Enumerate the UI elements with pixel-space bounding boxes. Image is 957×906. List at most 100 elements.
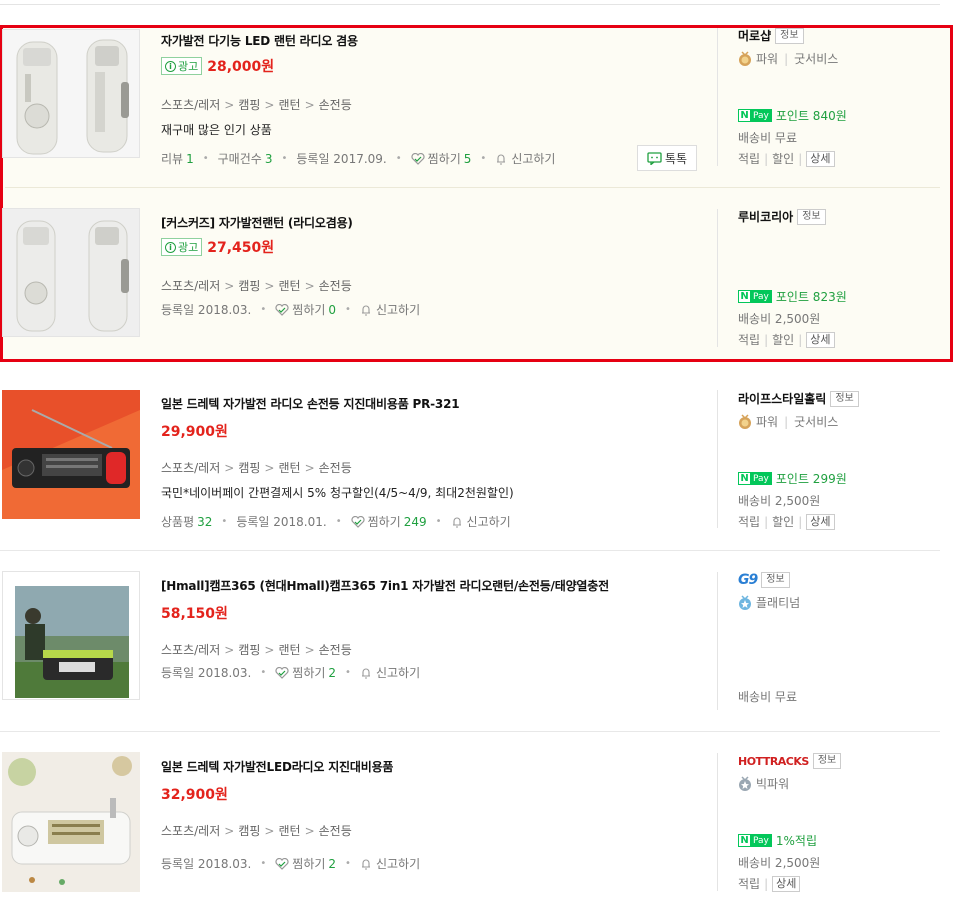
like-button[interactable]: 찜하기 2 — [275, 664, 336, 681]
benefit-point: 적립 — [738, 333, 761, 347]
heart-icon — [275, 666, 289, 679]
product-thumbnail[interactable] — [2, 571, 140, 700]
mall-info-button[interactable]: 정보 — [775, 27, 804, 44]
category-path: 스포츠/레저 > 캠핑 > 랜턴 > 손전등 — [161, 461, 352, 475]
category-link[interactable]: 캠핑 — [238, 98, 260, 112]
review-link[interactable]: 리뷰 1 — [161, 150, 194, 167]
registered-date: 등록일 2017.09. — [296, 152, 387, 166]
detail-button[interactable]: 상세 — [772, 875, 801, 892]
npay-icon: N Pay — [738, 834, 772, 847]
mall-service: 굿서비스 — [794, 52, 839, 66]
bell-icon — [361, 859, 370, 870]
category-path: 스포츠/레저 > 캠핑 > 랜턴 > 손전등 — [161, 98, 352, 112]
shipping-fee: 배송비 2,500원 — [738, 312, 821, 326]
mall-info-button[interactable]: 정보 — [830, 390, 859, 407]
category-link[interactable]: 랜턴 — [278, 279, 300, 293]
category-link[interactable]: 손전등 — [319, 824, 352, 838]
product-description: 국민*네이버페이 간편결제시 5% 청구할인(4/5~4/9, 최대2천원할인) — [161, 486, 514, 500]
category-link[interactable]: 손전등 — [319, 279, 352, 293]
product-title[interactable]: [커스커즈] 자가발전랜턴 (라디오겸용) — [161, 214, 353, 231]
category-link[interactable]: 캠핑 — [238, 824, 260, 838]
category-link[interactable]: 스포츠/레저 — [161, 279, 220, 293]
shipping-fee: 배송비 무료 — [738, 131, 798, 145]
category-link[interactable]: 손전등 — [319, 643, 352, 657]
top-divider — [0, 4, 940, 5]
report-button[interactable]: 신고하기 — [360, 855, 420, 872]
product-price: 32,900원 — [161, 787, 228, 803]
mall-info-button[interactable]: 정보 — [797, 208, 826, 225]
report-button[interactable]: 신고하기 — [451, 513, 511, 530]
category-link[interactable]: 스포츠/레저 — [161, 643, 220, 657]
benefit-discount: 할인 — [772, 333, 795, 347]
heart-icon — [275, 303, 289, 316]
ad-badge[interactable]: i 광고 — [161, 57, 203, 75]
mall-info: G9 정보 플래티넘 — [738, 572, 938, 611]
medal-icon — [739, 50, 751, 66]
npay-point: N Pay 포인트 840원 — [738, 107, 847, 124]
category-path: 스포츠/레저 > 캠핑 > 랜턴 > 손전등 — [161, 643, 352, 657]
category-link[interactable]: 랜턴 — [278, 643, 300, 657]
registered-date: 등록일 2018.03. — [161, 857, 252, 871]
product-thumbnail[interactable] — [2, 752, 140, 892]
bell-icon — [361, 305, 370, 316]
mall-info: HOTTRACKS 정보 빅파워 — [738, 753, 938, 792]
mall-grade: 파워 — [756, 52, 779, 66]
category-link[interactable]: 캠핑 — [238, 643, 260, 657]
benefit-point: 적립 — [738, 877, 761, 891]
detail-button[interactable]: 상세 — [806, 150, 835, 167]
mall-name[interactable]: 루비코리아 — [738, 208, 793, 225]
category-link[interactable]: 손전등 — [319, 98, 352, 112]
registered-date: 등록일 2018.03. — [161, 303, 252, 317]
npay-icon: N Pay — [738, 290, 772, 303]
product-meta: 리뷰 1 • 구매건수 3 • 등록일 2017.09. • 찜하기 5 • 신고하기 — [161, 150, 556, 167]
category-link[interactable]: 스포츠/레저 — [161, 98, 220, 112]
like-button[interactable]: 찜하기 2 — [275, 855, 336, 872]
product-title[interactable]: [Hmall]캠프365 (현대Hmall)캠프365 7in1 자가발전 라디… — [161, 577, 609, 594]
benefit-discount: 할인 — [772, 152, 795, 166]
benefit-discount: 할인 — [772, 515, 795, 529]
mall-name[interactable]: 라이프스타일홀릭 — [738, 390, 826, 407]
shipping-fee: 배송비 2,500원 — [738, 494, 821, 508]
product-meta: 등록일 2018.03. • 찜하기 0 • 신고하기 — [161, 301, 421, 318]
category-link[interactable]: 랜턴 — [278, 98, 300, 112]
talk-bubble-icon — [647, 151, 662, 165]
talktalk-button[interactable]: 톡톡 — [637, 145, 697, 171]
mall-grade: 파워 — [756, 415, 779, 429]
product-title[interactable]: 일본 드레텍 자가발전LED라디오 지진대비용품 — [161, 758, 393, 775]
product-price: 27,450원 — [207, 240, 275, 256]
report-button[interactable]: 신고하기 — [495, 150, 555, 167]
product-thumbnail[interactable] — [2, 29, 140, 158]
product-thumbnail[interactable] — [2, 390, 140, 519]
like-button[interactable]: 찜하기 0 — [275, 301, 336, 318]
category-link[interactable]: 손전등 — [319, 461, 352, 475]
mall-info-button[interactable]: 정보 — [761, 572, 790, 588]
mall-grade: 플래티넘 — [756, 596, 801, 610]
npay-icon: N Pay — [738, 109, 772, 122]
ad-badge[interactable]: i 광고 — [161, 238, 203, 256]
info-circle-icon: i — [165, 241, 176, 253]
product-title[interactable]: 자가발전 다기능 LED 랜턴 라디오 겸용 — [161, 32, 358, 49]
product-price: 29,900원 — [161, 424, 228, 440]
category-link[interactable]: 캠핑 — [238, 279, 260, 293]
category-link[interactable]: 스포츠/레저 — [161, 461, 220, 475]
like-button[interactable]: 찜하기 5 — [411, 150, 471, 167]
detail-button[interactable]: 상세 — [806, 513, 835, 530]
npay-point: N Pay 1%적립 — [738, 832, 817, 849]
category-link[interactable]: 랜턴 — [278, 461, 300, 475]
report-button[interactable]: 신고하기 — [360, 664, 420, 681]
category-link[interactable]: 랜턴 — [278, 824, 300, 838]
category-link[interactable]: 스포츠/레저 — [161, 824, 220, 838]
category-link[interactable]: 캠핑 — [238, 461, 260, 475]
detail-button[interactable]: 상세 — [806, 331, 835, 348]
mall-grade: 빅파워 — [756, 777, 790, 791]
mall-name[interactable]: G9 — [738, 572, 758, 588]
bell-icon — [452, 517, 461, 528]
report-button[interactable]: 신고하기 — [360, 301, 420, 318]
mall-name[interactable]: 머로샵 — [738, 27, 771, 44]
product-title[interactable]: 일본 드레텍 자가발전 라디오 손전등 지진대비용품 PR-321 — [161, 395, 460, 412]
mall-name[interactable]: HOTTRACKS — [738, 755, 809, 768]
product-thumbnail[interactable] — [2, 208, 140, 337]
mall-info-button[interactable]: 정보 — [812, 753, 842, 769]
rating-link[interactable]: 상품평 32 — [161, 513, 212, 530]
like-button[interactable]: 찜하기 249 — [351, 513, 427, 530]
